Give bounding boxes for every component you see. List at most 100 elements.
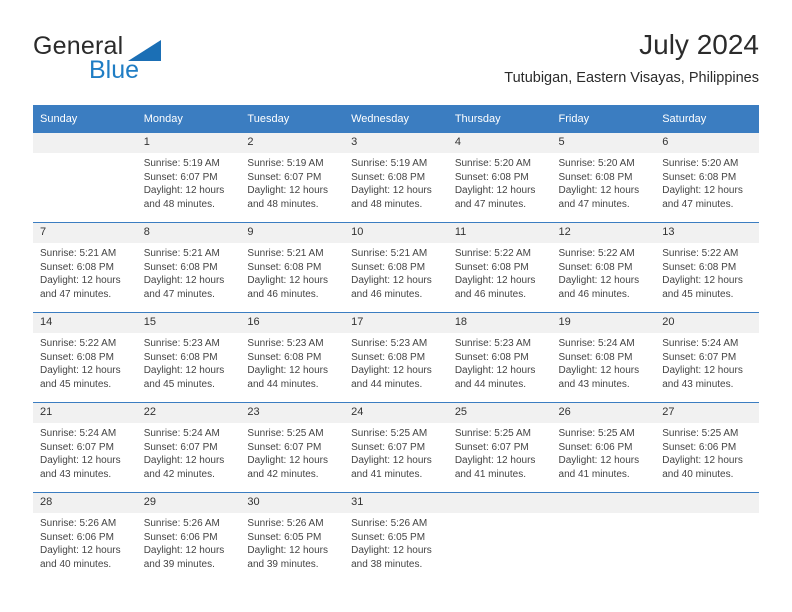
day-number: 15	[136, 313, 241, 333]
sunset-text: Sunset: 6:07 PM	[40, 441, 114, 453]
day-info: Sunrise: 5:24 AM Sunset: 6:07 PM Dayligh…	[655, 333, 759, 391]
day-cell[interactable]: 26 Sunrise: 5:25 AM Sunset: 6:06 PM Dayl…	[551, 403, 656, 487]
day-cell[interactable]: 3 Sunrise: 5:19 AM Sunset: 6:08 PM Dayli…	[344, 133, 448, 217]
day-number: 23	[240, 403, 345, 423]
day-cell[interactable]: 31 Sunrise: 5:26 AM Sunset: 6:05 PM Dayl…	[344, 493, 448, 577]
daylight-text: Daylight: 12 hours and 47 minutes.	[454, 185, 536, 210]
sunset-text: Sunset: 6:08 PM	[247, 351, 322, 363]
day-number: 21	[33, 403, 137, 423]
day-info: Sunrise: 5:22 AM Sunset: 6:08 PM Dayligh…	[33, 333, 137, 391]
weekday-header-row: Sunday Monday Tuesday Wednesday Thursday…	[33, 105, 759, 133]
day-cell[interactable]: 29 Sunrise: 5:26 AM Sunset: 6:06 PM Dayl…	[136, 493, 241, 577]
sunset-text: Sunset: 6:08 PM	[454, 351, 529, 363]
sunrise-text: Sunrise: 5:25 AM	[247, 428, 324, 439]
day-cell	[447, 493, 552, 577]
day-cell[interactable]: 23 Sunrise: 5:25 AM Sunset: 6:07 PM Dayl…	[240, 403, 345, 487]
weekday-header-wednesday: Wednesday	[344, 105, 448, 133]
sunset-text: Sunset: 6:08 PM	[40, 261, 114, 273]
day-cell[interactable]: 16 Sunrise: 5:23 AM Sunset: 6:08 PM Dayl…	[240, 313, 345, 397]
day-info: Sunrise: 5:23 AM Sunset: 6:08 PM Dayligh…	[344, 333, 448, 391]
sunset-text: Sunset: 6:08 PM	[558, 261, 633, 273]
week-row: 28 Sunrise: 5:26 AM Sunset: 6:06 PM Dayl…	[33, 493, 759, 577]
day-cell[interactable]: 14 Sunrise: 5:22 AM Sunset: 6:08 PM Dayl…	[33, 313, 137, 397]
sunrise-text: Sunrise: 5:25 AM	[558, 428, 635, 439]
daylight-text: Daylight: 12 hours and 47 minutes.	[143, 275, 225, 300]
day-info: Sunrise: 5:20 AM Sunset: 6:08 PM Dayligh…	[552, 153, 656, 211]
calendar-page: General Blue July 2024 Tutubigan, Easter…	[0, 0, 792, 612]
day-info: Sunrise: 5:24 AM Sunset: 6:08 PM Dayligh…	[552, 333, 656, 391]
day-cell[interactable]: 20 Sunrise: 5:24 AM Sunset: 6:07 PM Dayl…	[655, 313, 759, 397]
day-cell[interactable]: 6 Sunrise: 5:20 AM Sunset: 6:08 PM Dayli…	[655, 133, 759, 217]
sunset-text: Sunset: 6:08 PM	[454, 261, 529, 273]
week-row: 7 Sunrise: 5:21 AM Sunset: 6:08 PM Dayli…	[33, 223, 759, 307]
day-cell[interactable]: 15 Sunrise: 5:23 AM Sunset: 6:08 PM Dayl…	[136, 313, 241, 397]
day-cell[interactable]: 28 Sunrise: 5:26 AM Sunset: 6:06 PM Dayl…	[33, 493, 137, 577]
weekday-header-thursday: Thursday	[447, 105, 552, 133]
day-number: 1	[136, 133, 241, 153]
day-info: Sunrise: 5:26 AM Sunset: 6:05 PM Dayligh…	[240, 513, 344, 571]
day-cell[interactable]: 17 Sunrise: 5:23 AM Sunset: 6:08 PM Dayl…	[344, 313, 448, 397]
daylight-text: Daylight: 12 hours and 45 minutes.	[40, 365, 121, 390]
day-cell[interactable]: 7 Sunrise: 5:21 AM Sunset: 6:08 PM Dayli…	[33, 223, 137, 307]
week-row: 21 Sunrise: 5:24 AM Sunset: 6:07 PM Dayl…	[33, 403, 759, 487]
day-info: Sunrise: 5:25 AM Sunset: 6:07 PM Dayligh…	[344, 423, 448, 481]
brand-logo[interactable]: General Blue	[33, 32, 243, 88]
daylight-text: Daylight: 12 hours and 45 minutes.	[662, 275, 743, 300]
week-row: 1 Sunrise: 5:19 AM Sunset: 6:07 PM Dayli…	[33, 133, 759, 217]
day-number	[33, 133, 137, 153]
sunrise-text: Sunrise: 5:26 AM	[143, 518, 220, 529]
daylight-text: Daylight: 12 hours and 47 minutes.	[40, 275, 121, 300]
day-cell[interactable]: 1 Sunrise: 5:19 AM Sunset: 6:07 PM Dayli…	[136, 133, 241, 217]
day-number: 8	[136, 223, 241, 243]
day-number: 11	[447, 223, 552, 243]
day-cell[interactable]: 13 Sunrise: 5:22 AM Sunset: 6:08 PM Dayl…	[655, 223, 759, 307]
daylight-text: Daylight: 12 hours and 46 minutes.	[351, 275, 432, 300]
day-cell[interactable]: 9 Sunrise: 5:21 AM Sunset: 6:08 PM Dayli…	[240, 223, 345, 307]
day-cell[interactable]: 21 Sunrise: 5:24 AM Sunset: 6:07 PM Dayl…	[33, 403, 137, 487]
day-info: Sunrise: 5:21 AM Sunset: 6:08 PM Dayligh…	[33, 243, 137, 301]
sunset-text: Sunset: 6:08 PM	[351, 351, 426, 363]
sunset-text: Sunset: 6:06 PM	[143, 531, 218, 543]
day-cell[interactable]: 24 Sunrise: 5:25 AM Sunset: 6:07 PM Dayl…	[344, 403, 448, 487]
day-cell[interactable]: 8 Sunrise: 5:21 AM Sunset: 6:08 PM Dayli…	[136, 223, 241, 307]
daylight-text: Daylight: 12 hours and 46 minutes.	[247, 275, 329, 300]
day-number	[655, 493, 759, 513]
day-number: 25	[447, 403, 552, 423]
sunrise-text: Sunrise: 5:20 AM	[558, 158, 635, 169]
weekday-header-friday: Friday	[551, 105, 656, 133]
day-info: Sunrise: 5:19 AM Sunset: 6:07 PM Dayligh…	[240, 153, 344, 211]
day-cell[interactable]: 10 Sunrise: 5:21 AM Sunset: 6:08 PM Dayl…	[344, 223, 448, 307]
day-info: Sunrise: 5:25 AM Sunset: 6:06 PM Dayligh…	[552, 423, 656, 481]
day-cell	[551, 493, 656, 577]
page-title: July 2024	[639, 29, 759, 60]
day-number: 13	[655, 223, 759, 243]
daylight-text: Daylight: 12 hours and 48 minutes.	[247, 185, 329, 210]
day-info: Sunrise: 5:23 AM Sunset: 6:08 PM Dayligh…	[137, 333, 241, 391]
day-cell[interactable]: 22 Sunrise: 5:24 AM Sunset: 6:07 PM Dayl…	[136, 403, 241, 487]
day-cell[interactable]: 18 Sunrise: 5:23 AM Sunset: 6:08 PM Dayl…	[447, 313, 552, 397]
day-cell[interactable]: 5 Sunrise: 5:20 AM Sunset: 6:08 PM Dayli…	[551, 133, 656, 217]
sunrise-text: Sunrise: 5:19 AM	[351, 158, 428, 169]
sunrise-text: Sunrise: 5:23 AM	[351, 338, 428, 349]
day-cell[interactable]: 4 Sunrise: 5:20 AM Sunset: 6:08 PM Dayli…	[447, 133, 552, 217]
week-row: 14 Sunrise: 5:22 AM Sunset: 6:08 PM Dayl…	[33, 313, 759, 397]
day-number: 29	[136, 493, 241, 513]
sunset-text: Sunset: 6:07 PM	[247, 171, 322, 183]
sunset-text: Sunset: 6:05 PM	[351, 531, 426, 543]
day-number: 4	[447, 133, 552, 153]
day-cell[interactable]: 25 Sunrise: 5:25 AM Sunset: 6:07 PM Dayl…	[447, 403, 552, 487]
day-cell[interactable]: 19 Sunrise: 5:24 AM Sunset: 6:08 PM Dayl…	[551, 313, 656, 397]
sunrise-text: Sunrise: 5:20 AM	[662, 158, 739, 169]
daylight-text: Daylight: 12 hours and 44 minutes.	[247, 365, 329, 390]
day-info: Sunrise: 5:21 AM Sunset: 6:08 PM Dayligh…	[344, 243, 448, 301]
day-cell[interactable]: 27 Sunrise: 5:25 AM Sunset: 6:06 PM Dayl…	[655, 403, 759, 487]
day-cell[interactable]: 11 Sunrise: 5:22 AM Sunset: 6:08 PM Dayl…	[447, 223, 552, 307]
day-info: Sunrise: 5:24 AM Sunset: 6:07 PM Dayligh…	[137, 423, 241, 481]
sunrise-text: Sunrise: 5:22 AM	[454, 248, 531, 259]
daylight-text: Daylight: 12 hours and 44 minutes.	[351, 365, 432, 390]
day-cell[interactable]: 2 Sunrise: 5:19 AM Sunset: 6:07 PM Dayli…	[240, 133, 345, 217]
day-cell[interactable]: 30 Sunrise: 5:26 AM Sunset: 6:05 PM Dayl…	[240, 493, 345, 577]
daylight-text: Daylight: 12 hours and 47 minutes.	[662, 185, 743, 210]
day-cell[interactable]: 12 Sunrise: 5:22 AM Sunset: 6:08 PM Dayl…	[551, 223, 656, 307]
day-info: Sunrise: 5:25 AM Sunset: 6:06 PM Dayligh…	[655, 423, 759, 481]
